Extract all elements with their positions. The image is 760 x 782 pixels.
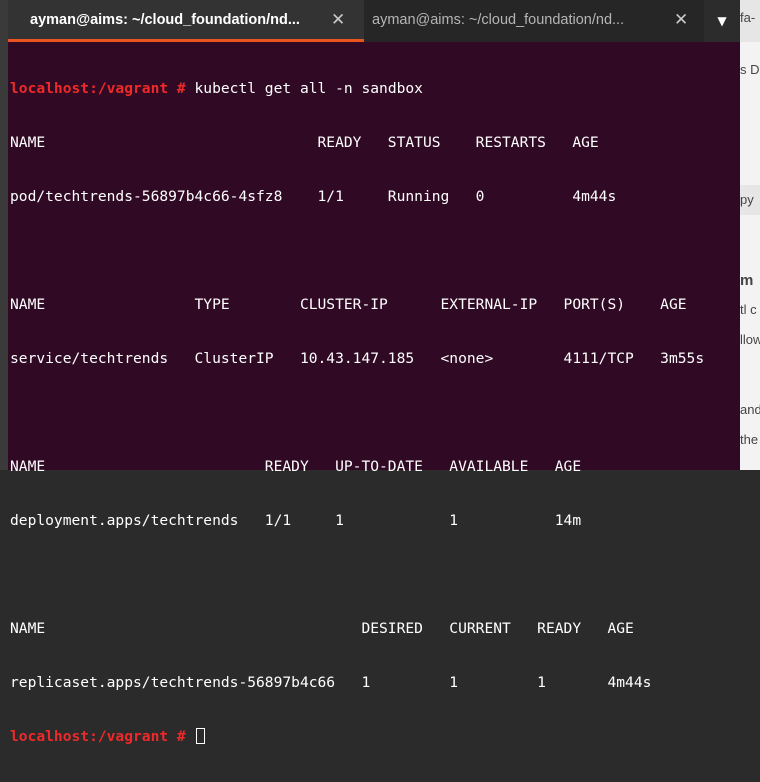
command-text: kubectl get all -n sandbox bbox=[185, 80, 423, 97]
chevron-down-icon: ▼ bbox=[717, 14, 727, 28]
terminal-output[interactable]: localhost:/vagrant # kubectl get all -n … bbox=[10, 44, 704, 782]
background-text: llow bbox=[740, 332, 760, 347]
output-line: NAME DESIRED CURRENT READY AGE bbox=[10, 620, 634, 637]
background-text: tl c bbox=[740, 302, 757, 317]
shell-prompt: localhost:/vagrant # bbox=[10, 728, 186, 745]
tab-title: ayman@aims: ~/cloud_foundation/nd... bbox=[30, 12, 300, 28]
tab-terminal-1[interactable]: ayman@aims: ~/cloud_foundation/nd... ✕ bbox=[8, 0, 364, 42]
background-text: s D bbox=[740, 62, 760, 77]
shell-prompt: localhost:/vagrant # bbox=[10, 80, 186, 97]
tab-bar: ayman@aims: ~/cloud_foundation/nd... ✕ a… bbox=[8, 0, 740, 42]
text-cursor bbox=[195, 728, 205, 744]
background-text: the bbox=[740, 432, 759, 447]
background-text: py bbox=[740, 192, 754, 207]
command-line: localhost:/vagrant # kubectl get all -n … bbox=[10, 80, 704, 98]
output-line: service/techtrends ClusterIP 10.43.147.1… bbox=[10, 350, 705, 367]
background-text: m bbox=[740, 272, 754, 289]
background-window-left bbox=[0, 0, 8, 470]
tab-title: ayman@aims: ~/cloud_foundation/nd... bbox=[372, 12, 625, 28]
tab-terminal-2[interactable]: ayman@aims: ~/cloud_foundation/nd... ✕ bbox=[364, 0, 704, 42]
close-icon[interactable]: ✕ bbox=[331, 10, 345, 30]
tab-menu-button[interactable]: ▼ bbox=[704, 0, 740, 42]
close-icon[interactable]: ✕ bbox=[674, 10, 688, 30]
background-text: fa- bbox=[740, 10, 756, 25]
terminal-window: ayman@aims: ~/cloud_foundation/nd... ✕ a… bbox=[8, 0, 740, 745]
output-line: NAME READY UP-TO-DATE AVAILABLE AGE bbox=[10, 458, 582, 475]
output-line: NAME READY STATUS RESTARTS AGE bbox=[10, 134, 599, 151]
output-line: NAME TYPE CLUSTER-IP EXTERNAL-IP PORT(S)… bbox=[10, 296, 687, 313]
prompt-line[interactable]: localhost:/vagrant # bbox=[10, 728, 704, 746]
output-line: deployment.apps/techtrends 1/1 1 1 14m bbox=[10, 512, 582, 529]
background-window-right: fa- s D py m tl c llow and the bbox=[740, 0, 760, 470]
output-line: pod/techtrends-56897b4c66-4sfz8 1/1 Runn… bbox=[10, 188, 617, 205]
background-text: and bbox=[740, 402, 760, 417]
output-line: replicaset.apps/techtrends-56897b4c66 1 … bbox=[10, 674, 652, 691]
